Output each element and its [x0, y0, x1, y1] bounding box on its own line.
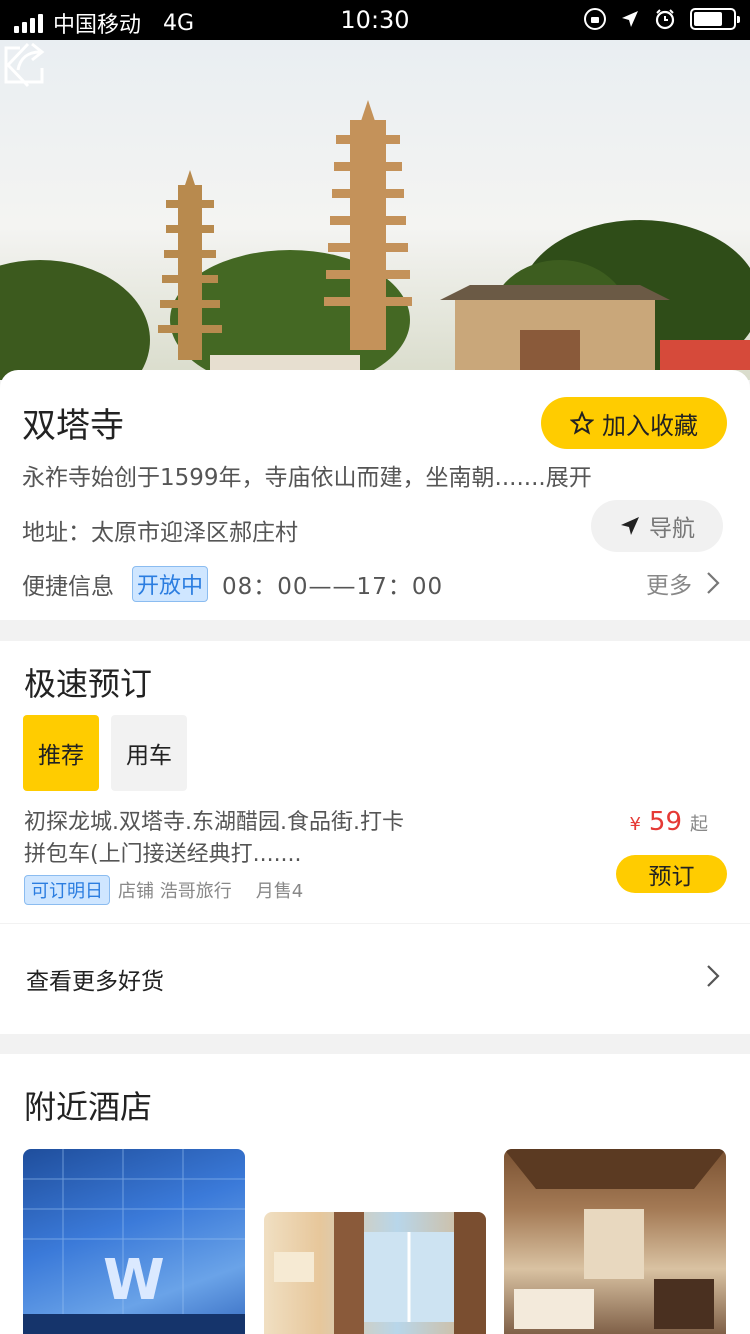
more-goods-row[interactable]: 查看更多好货 — [0, 924, 750, 1034]
navigate-label: 导航 — [649, 516, 695, 542]
hotel-photo: W — [23, 1149, 245, 1334]
hotels-title: 附近酒店 — [24, 1088, 153, 1126]
rotation-lock-icon — [584, 8, 606, 30]
hotel-card[interactable] — [264, 1212, 486, 1334]
add-favorite-button[interactable]: 加入收藏 — [541, 397, 727, 449]
quick-info-row: 便捷信息 开放中 08：00——17：00 — [22, 566, 443, 602]
add-favorite-label: 加入收藏 — [602, 411, 698, 440]
twin-pagoda-photo — [0, 100, 750, 380]
tab-recommended[interactable]: 推荐 — [23, 715, 99, 791]
poi-description[interactable]: 永祚寺始创于1599年，寺庙依山而建，坐南朝.......展开 — [22, 458, 592, 492]
more-goods-label: 查看更多好货 — [26, 969, 164, 995]
booking-title: 极速预订 — [24, 665, 153, 703]
more-info-link[interactable]: 更多 — [646, 566, 720, 600]
open-status-badge: 开放中 — [132, 566, 209, 602]
hotel-card[interactable]: W — [23, 1149, 245, 1334]
nearby-hotels-section: 附近酒店 W — [0, 1054, 750, 1334]
poi-address: 地址：太原市迎泽区郝庄村 — [22, 520, 298, 546]
hero-image — [0, 40, 750, 380]
location-icon — [622, 11, 638, 27]
poi-title: 双塔寺 — [22, 406, 124, 446]
opening-hours: 08：00——17：00 — [222, 574, 444, 600]
poi-info-card: 双塔寺 加入收藏 永祚寺始创于1599年，寺庙依山而建，坐南朝.......展开… — [0, 370, 750, 620]
navigation-arrow-icon — [621, 517, 639, 535]
chevron-right-icon — [707, 965, 720, 987]
status-bar: 中国移动 4G 10:30 — [0, 0, 750, 40]
product-price: ¥ 59 起 — [629, 807, 708, 837]
share-button[interactable] — [0, 40, 48, 88]
navigate-button[interactable]: 导航 — [591, 500, 723, 552]
product-meta: 可订明日 店铺 浩哥旅行 月售4 — [24, 875, 303, 905]
svg-text:W: W — [103, 1248, 165, 1313]
battery-icon — [690, 8, 740, 30]
more-label: 更多 — [646, 573, 692, 599]
price-value: 59 — [648, 807, 682, 837]
price-suffix: 起 — [690, 814, 708, 835]
bookable-tomorrow-badge: 可订明日 — [24, 875, 110, 905]
tab-car[interactable]: 用车 — [111, 715, 187, 791]
quick-booking-section: 极速预订 推荐 用车 初探龙城.双塔寺.东湖醋园.食品街.打卡拼包车(上门接送经… — [0, 641, 750, 923]
star-icon — [570, 411, 594, 435]
quick-info-label: 便捷信息 — [22, 574, 114, 600]
product-title[interactable]: 初探龙城.双塔寺.东湖醋园.食品街.打卡拼包车(上门接送经典打....... — [24, 807, 424, 871]
chevron-right-icon — [707, 572, 720, 594]
hotel-photo — [274, 1212, 486, 1334]
currency-symbol: ¥ — [629, 814, 641, 835]
shop-name: 店铺 浩哥旅行 — [118, 881, 232, 902]
hotel-photo — [504, 1149, 726, 1329]
book-button[interactable]: 预订 — [616, 855, 727, 893]
hotel-card[interactable] — [504, 1149, 726, 1334]
alarm-icon — [655, 9, 675, 30]
monthly-sales: 月售4 — [255, 881, 304, 902]
